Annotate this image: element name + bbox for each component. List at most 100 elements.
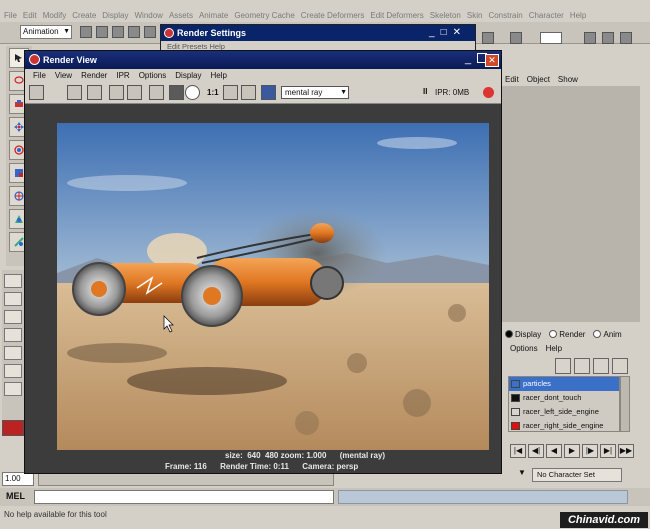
refresh-ipr-icon[interactable] <box>127 85 142 100</box>
step-back-icon[interactable]: ◀| <box>528 444 544 458</box>
layer-row[interactable]: racer_left_side_engine <box>509 405 619 419</box>
remove-image-icon[interactable] <box>241 85 256 100</box>
layer-menu-options[interactable]: Options <box>510 344 538 353</box>
channel-menu-edit[interactable]: Edit <box>505 75 519 84</box>
real-size-label[interactable]: 1:1 <box>207 88 219 97</box>
maya-menu-modify[interactable]: Modify <box>43 11 67 20</box>
ipr-pause-icon[interactable]: II <box>423 87 427 96</box>
layer-color-swatch[interactable] <box>511 394 520 402</box>
snapshot-icon[interactable] <box>87 85 102 100</box>
mel-label[interactable]: MEL <box>6 491 25 501</box>
maya-menu-assets[interactable]: Assets <box>169 11 193 20</box>
render-settings-icon[interactable] <box>261 85 276 100</box>
menu-ipr[interactable]: IPR <box>116 71 129 80</box>
go-to-start-icon[interactable]: |◀ <box>510 444 526 458</box>
maya-menu-file[interactable]: File <box>4 11 17 20</box>
layer-row[interactable]: racer_dont_touch <box>509 391 619 405</box>
layer-mode-render[interactable]: Render <box>549 330 585 339</box>
new-scene-icon[interactable] <box>80 26 92 38</box>
render-settings-icon[interactable] <box>620 32 632 44</box>
maya-menu-animate[interactable]: Animate <box>199 11 228 20</box>
menu-set-dropdown[interactable]: Animation ▼ <box>20 25 72 39</box>
layer-color-swatch[interactable] <box>511 380 520 388</box>
maya-menu-constrain[interactable]: Constrain <box>488 11 522 20</box>
select-mode-icon[interactable] <box>128 26 140 38</box>
hypershade-layout-icon[interactable] <box>4 364 22 378</box>
layer-mode-anim[interactable]: Anim <box>593 330 622 339</box>
menu-help[interactable]: Help <box>211 71 227 80</box>
app-icon <box>29 54 40 65</box>
render-view-title: Render View <box>43 55 97 65</box>
history-icon[interactable] <box>510 32 522 44</box>
menu-options[interactable]: Options <box>139 71 167 80</box>
maya-menu-help[interactable]: Help <box>570 11 586 20</box>
maya-menu-create-deformers[interactable]: Create Deformers <box>301 11 365 20</box>
maya-menu-edit-deformers[interactable]: Edit Deformers <box>370 11 423 20</box>
render-view-titlebar[interactable]: Render View _ ✕ <box>25 51 501 69</box>
keep-image-icon[interactable] <box>223 85 238 100</box>
menu-file[interactable]: File <box>33 71 46 80</box>
layer-menu-help[interactable]: Help <box>546 344 562 353</box>
maya-menu-edit[interactable]: Edit <box>23 11 37 20</box>
maya-menu-skeleton[interactable]: Skeleton <box>430 11 461 20</box>
minimize-icon[interactable]: _ <box>465 53 471 65</box>
renderer-dropdown[interactable]: mental ray ▼ <box>281 86 349 99</box>
step-forward-icon[interactable]: |▶ <box>582 444 598 458</box>
open-scene-icon[interactable] <box>96 26 108 38</box>
display-rgb-icon[interactable] <box>149 85 164 100</box>
minimize-icon[interactable]: _ <box>429 27 435 38</box>
play-forward-icon[interactable]: ▶ <box>564 444 580 458</box>
maya-menu-window[interactable]: Window <box>135 11 163 20</box>
layer-row[interactable]: racer_right_side_engine <box>509 419 619 433</box>
new-layer-icon[interactable] <box>555 358 571 374</box>
character-set-field[interactable]: No Character Set <box>532 468 622 482</box>
maya-menu-character[interactable]: Character <box>529 11 564 20</box>
go-to-end-key-icon[interactable]: ▶▶ <box>618 444 634 458</box>
maya-menu-display[interactable]: Display <box>102 11 128 20</box>
layer-down-icon[interactable] <box>612 358 628 374</box>
maya-menu-skin[interactable]: Skin <box>467 11 483 20</box>
play-backward-icon[interactable]: ◀ <box>546 444 562 458</box>
single-pane-layout-icon[interactable] <box>4 274 22 288</box>
render-settings-window[interactable]: Render Settings _ □ ✕ Edit Presets Help <box>160 24 476 52</box>
ipr-icon[interactable] <box>602 32 614 44</box>
render-frame-icon[interactable] <box>584 32 596 44</box>
menu-view[interactable]: View <box>55 71 72 80</box>
graph-layout-icon[interactable] <box>4 346 22 360</box>
color-channels-icon[interactable] <box>169 85 184 100</box>
layer-up-icon[interactable] <box>593 358 609 374</box>
menu-render[interactable]: Render <box>81 71 107 80</box>
maya-menu-create[interactable]: Create <box>72 11 96 20</box>
close-icon[interactable]: ✕ <box>453 27 461 38</box>
rendered-image[interactable] <box>57 123 489 450</box>
save-scene-icon[interactable] <box>112 26 124 38</box>
layer-color-swatch[interactable] <box>511 408 520 416</box>
outliner-layout-icon[interactable] <box>4 328 22 342</box>
render-region-icon[interactable] <box>67 85 82 100</box>
snap-icon[interactable] <box>482 32 494 44</box>
layer-mode-display[interactable]: Display <box>505 330 541 339</box>
layer-list-scrollbar[interactable] <box>620 376 630 432</box>
stop-ipr-icon[interactable] <box>483 87 494 98</box>
layer-color-swatch[interactable] <box>511 422 520 430</box>
mel-input[interactable] <box>34 490 334 504</box>
redo-previous-render-icon[interactable] <box>29 85 44 100</box>
menu-display[interactable]: Display <box>175 71 201 80</box>
ipr-render-icon[interactable] <box>109 85 124 100</box>
layer-row[interactable]: particles <box>509 377 619 391</box>
two-pane-layout-icon[interactable] <box>4 310 22 324</box>
alpha-channel-icon[interactable] <box>185 85 200 100</box>
character-set-arrow-icon[interactable]: ▼ <box>518 468 530 482</box>
maximize-icon[interactable]: □ <box>441 27 447 38</box>
close-icon[interactable]: ✕ <box>485 54 499 67</box>
new-layer-selected-icon[interactable] <box>574 358 590 374</box>
maya-menu-geometry-cache[interactable]: Geometry Cache <box>234 11 294 20</box>
quick-input-field[interactable] <box>540 32 562 44</box>
playback-controls: |◀ ◀| ◀ ▶ |▶ ▶| ▶▶ <box>510 444 634 458</box>
channel-menu-show[interactable]: Show <box>558 75 578 84</box>
render-layout-icon[interactable] <box>4 382 22 396</box>
four-pane-layout-icon[interactable] <box>4 292 22 306</box>
select-objects-icon[interactable] <box>144 26 156 38</box>
go-to-end-icon[interactable]: ▶| <box>600 444 616 458</box>
channel-menu-object[interactable]: Object <box>527 75 550 84</box>
